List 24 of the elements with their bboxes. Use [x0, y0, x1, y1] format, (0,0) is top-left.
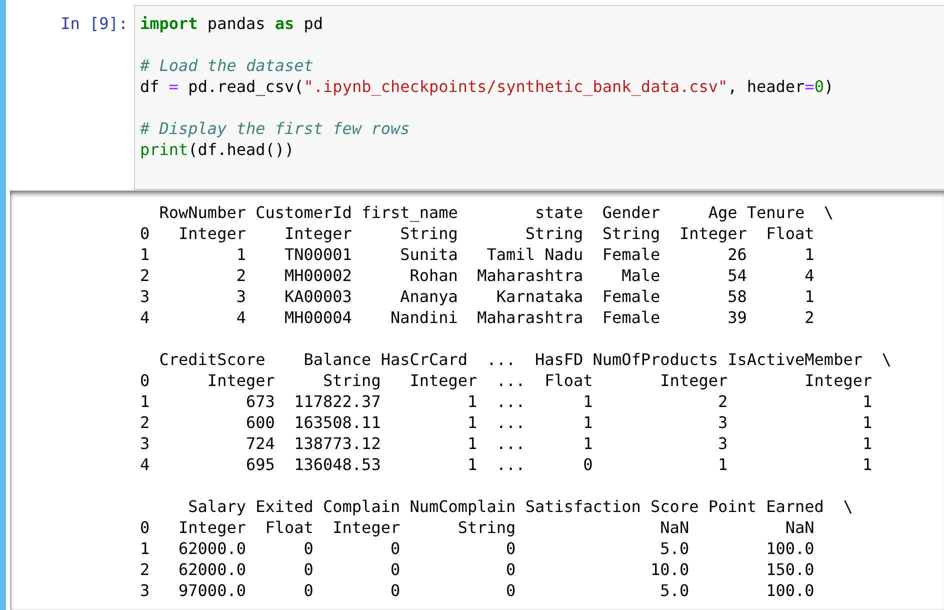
output-line: 3 724 138773.12 1 ... 1 3 1 [140, 433, 874, 454]
code-editor[interactable]: import pandas as pd # Load the dataset df = pd.read_csv(".ipynb_checkpoints/synthetic_bank_data.csv", header=0) # Display the first few rows print(df.head()) [134, 5, 944, 190]
output-line: 4 695 136048.53 1 ... 0 1 1 [140, 454, 874, 475]
output-line: 3 3 KA00003 Ananya Karnataka Female 58 1 [140, 286, 816, 307]
output-line: 1 673 117822.37 1 ... 1 2 1 [140, 391, 874, 412]
output-line: CreditScore Balance HasCrCard ... HasFD NumOfProducts IsActiveMember \ [158, 349, 892, 370]
output-line: 0 Integer String Integer ... Float Integer Integer [140, 370, 874, 391]
output-line: 1 62000.0 0 0 0 5.0 100.0 [140, 538, 816, 559]
code-line: print(df.head()) [140, 139, 296, 160]
code-line: # Display the first few rows [140, 118, 411, 139]
output-line: 2 2 MH00002 Rohan Maharashtra Male 54 4 [140, 265, 816, 286]
output-line: Salary Exited Complain NumComplain Satisfaction Score Point Earned \ [187, 496, 854, 517]
code-line: df = pd.read_csv(".ipynb_checkpoints/synthetic_bank_data.csv", header=0) [140, 76, 835, 97]
output-line: 2 600 163508.11 1 ... 1 3 1 [140, 412, 874, 433]
output-line: 3 97000.0 0 0 0 5.0 100.0 [140, 580, 816, 601]
output-line: 0 Integer Float Integer String NaN NaN [140, 517, 816, 538]
output-line: 1 1 TN00001 Sunita Tamil Nadu Female 26 1 [140, 244, 816, 265]
code-line: # Load the dataset [140, 55, 314, 76]
output-line: 4 4 MH00004 Nandini Maharashtra Female 39 2 [140, 307, 816, 328]
output-line: 2 62000.0 0 0 0 10.0 150.0 [140, 559, 816, 580]
code-line: import pandas as pd [140, 13, 324, 34]
input-prompt: In [9]: [60, 14, 128, 33]
output-line: 0 Integer Integer String String String Integer Float [140, 223, 816, 244]
output-line: RowNumber CustomerId first_name state Gender Age Tenure \ [158, 202, 835, 223]
